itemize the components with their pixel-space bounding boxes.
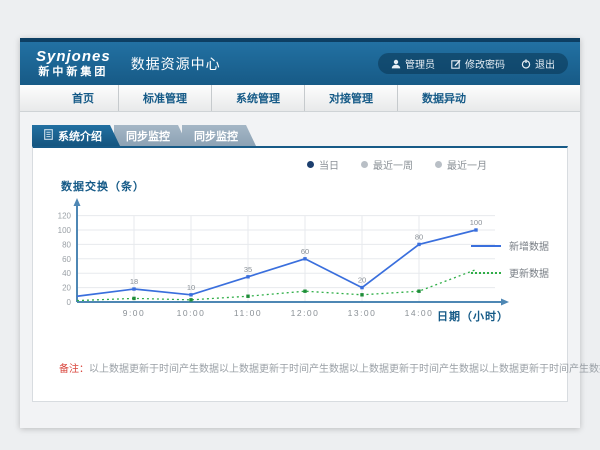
solid-line-icon (471, 245, 501, 247)
document-icon (44, 129, 53, 143)
svg-text:40: 40 (62, 269, 71, 278)
legend-new-data: 新增数据 (471, 238, 549, 253)
tab-bar: 系统介绍 同步监控 同步监控 (32, 125, 250, 146)
svg-text:12:00: 12:00 (291, 308, 320, 318)
svg-text:18: 18 (130, 277, 138, 286)
change-password-label: 修改密码 (465, 56, 505, 71)
user-menu: 管理员 修改密码 退出 (378, 53, 568, 74)
svg-text:60: 60 (62, 255, 71, 264)
svg-text:35: 35 (244, 265, 252, 274)
svg-text:11:00: 11:00 (234, 308, 262, 318)
svg-text:80: 80 (62, 240, 71, 249)
svg-text:日期（小时）: 日期（小时） (437, 309, 509, 323)
nav-item-home[interactable]: 首页 (48, 85, 118, 111)
svg-text:10: 10 (187, 283, 195, 292)
admin-user-button[interactable]: 管理员 (391, 56, 435, 71)
range-option-last-week-label: 最近一周 (373, 157, 413, 172)
time-range-selector: 当日 最近一周 最近一月 (307, 157, 487, 172)
svg-text:100: 100 (470, 218, 483, 227)
app-header: Synjones 新中新集团 数据资源中心 管理员 修改密码 退出 (20, 42, 580, 85)
tab-sync-monitor-1[interactable]: 同步监控 (114, 125, 188, 146)
radio-unselected-icon (361, 161, 368, 168)
svg-text:13:00: 13:00 (348, 308, 377, 318)
svg-text:14:00: 14:00 (405, 308, 434, 318)
tab-sync-monitor-1-label: 同步监控 (126, 128, 170, 144)
range-option-today-label: 当日 (319, 157, 339, 172)
footnote-label: 备注： (59, 364, 89, 375)
main-nav: 首页 标准管理 系统管理 对接管理 数据异动 (20, 85, 580, 112)
tab-system-intro[interactable]: 系统介绍 (32, 125, 120, 146)
edit-icon (451, 59, 461, 69)
power-icon (521, 59, 531, 69)
tab-system-intro-label: 系统介绍 (58, 128, 102, 144)
footnote-text: 以上数据更新于时间产生数据以上数据更新于时间产生数据以上数据更新于时间产生数据以… (89, 364, 600, 375)
range-option-last-month[interactable]: 最近一月 (435, 157, 487, 172)
nav-item-data-change[interactable]: 数据异动 (397, 85, 490, 111)
svg-text:20: 20 (62, 284, 71, 293)
logout-label: 退出 (535, 56, 555, 71)
brand-logo-subtext: 新中新集团 (36, 67, 111, 78)
nav-item-system-mgmt[interactable]: 系统管理 (211, 85, 304, 111)
logout-button[interactable]: 退出 (521, 56, 555, 71)
user-icon (391, 59, 401, 69)
svg-text:0: 0 (67, 298, 72, 307)
svg-text:80: 80 (415, 232, 423, 241)
range-option-last-week[interactable]: 最近一周 (361, 157, 413, 172)
footnote: 备注：以上数据更新于时间产生数据以上数据更新于时间产生数据以上数据更新于时间产生… (59, 360, 600, 375)
page-title: 数据资源中心 (131, 54, 221, 74)
range-option-last-month-label: 最近一月 (447, 157, 487, 172)
tab-sync-monitor-2[interactable]: 同步监控 (182, 125, 256, 146)
content-area: 系统介绍 同步监控 同步监控 当日 最近一周 (20, 112, 580, 427)
brand-logo: Synjones 新中新集团 (36, 49, 111, 78)
dotted-line-icon (471, 272, 501, 274)
nav-item-standard-mgmt[interactable]: 标准管理 (118, 85, 211, 111)
chart-panel: 当日 最近一周 最近一月 数据交换（条） 0204060801001209:00… (32, 146, 568, 402)
nav-item-interface-mgmt[interactable]: 对接管理 (304, 85, 397, 111)
legend-updated-data-label: 更新数据 (509, 265, 549, 280)
tab-sync-monitor-2-label: 同步监控 (194, 128, 238, 144)
brand-logo-text: Synjones (36, 49, 111, 64)
legend-new-data-label: 新增数据 (509, 238, 549, 253)
svg-text:9:00: 9:00 (123, 308, 146, 318)
svg-text:10:00: 10:00 (177, 308, 206, 318)
svg-text:60: 60 (301, 247, 309, 256)
svg-text:120: 120 (58, 212, 72, 221)
radio-unselected-icon (435, 161, 442, 168)
svg-text:20: 20 (358, 276, 366, 285)
series-legend: 新增数据 更新数据 (471, 238, 549, 280)
range-option-today[interactable]: 当日 (307, 157, 339, 172)
app-window: Synjones 新中新集团 数据资源中心 管理员 修改密码 退出 (20, 38, 580, 428)
change-password-button[interactable]: 修改密码 (451, 56, 505, 71)
legend-updated-data: 更新数据 (471, 265, 549, 280)
radio-selected-icon (307, 161, 314, 168)
svg-text:100: 100 (58, 226, 72, 235)
admin-user-label: 管理员 (405, 56, 435, 71)
